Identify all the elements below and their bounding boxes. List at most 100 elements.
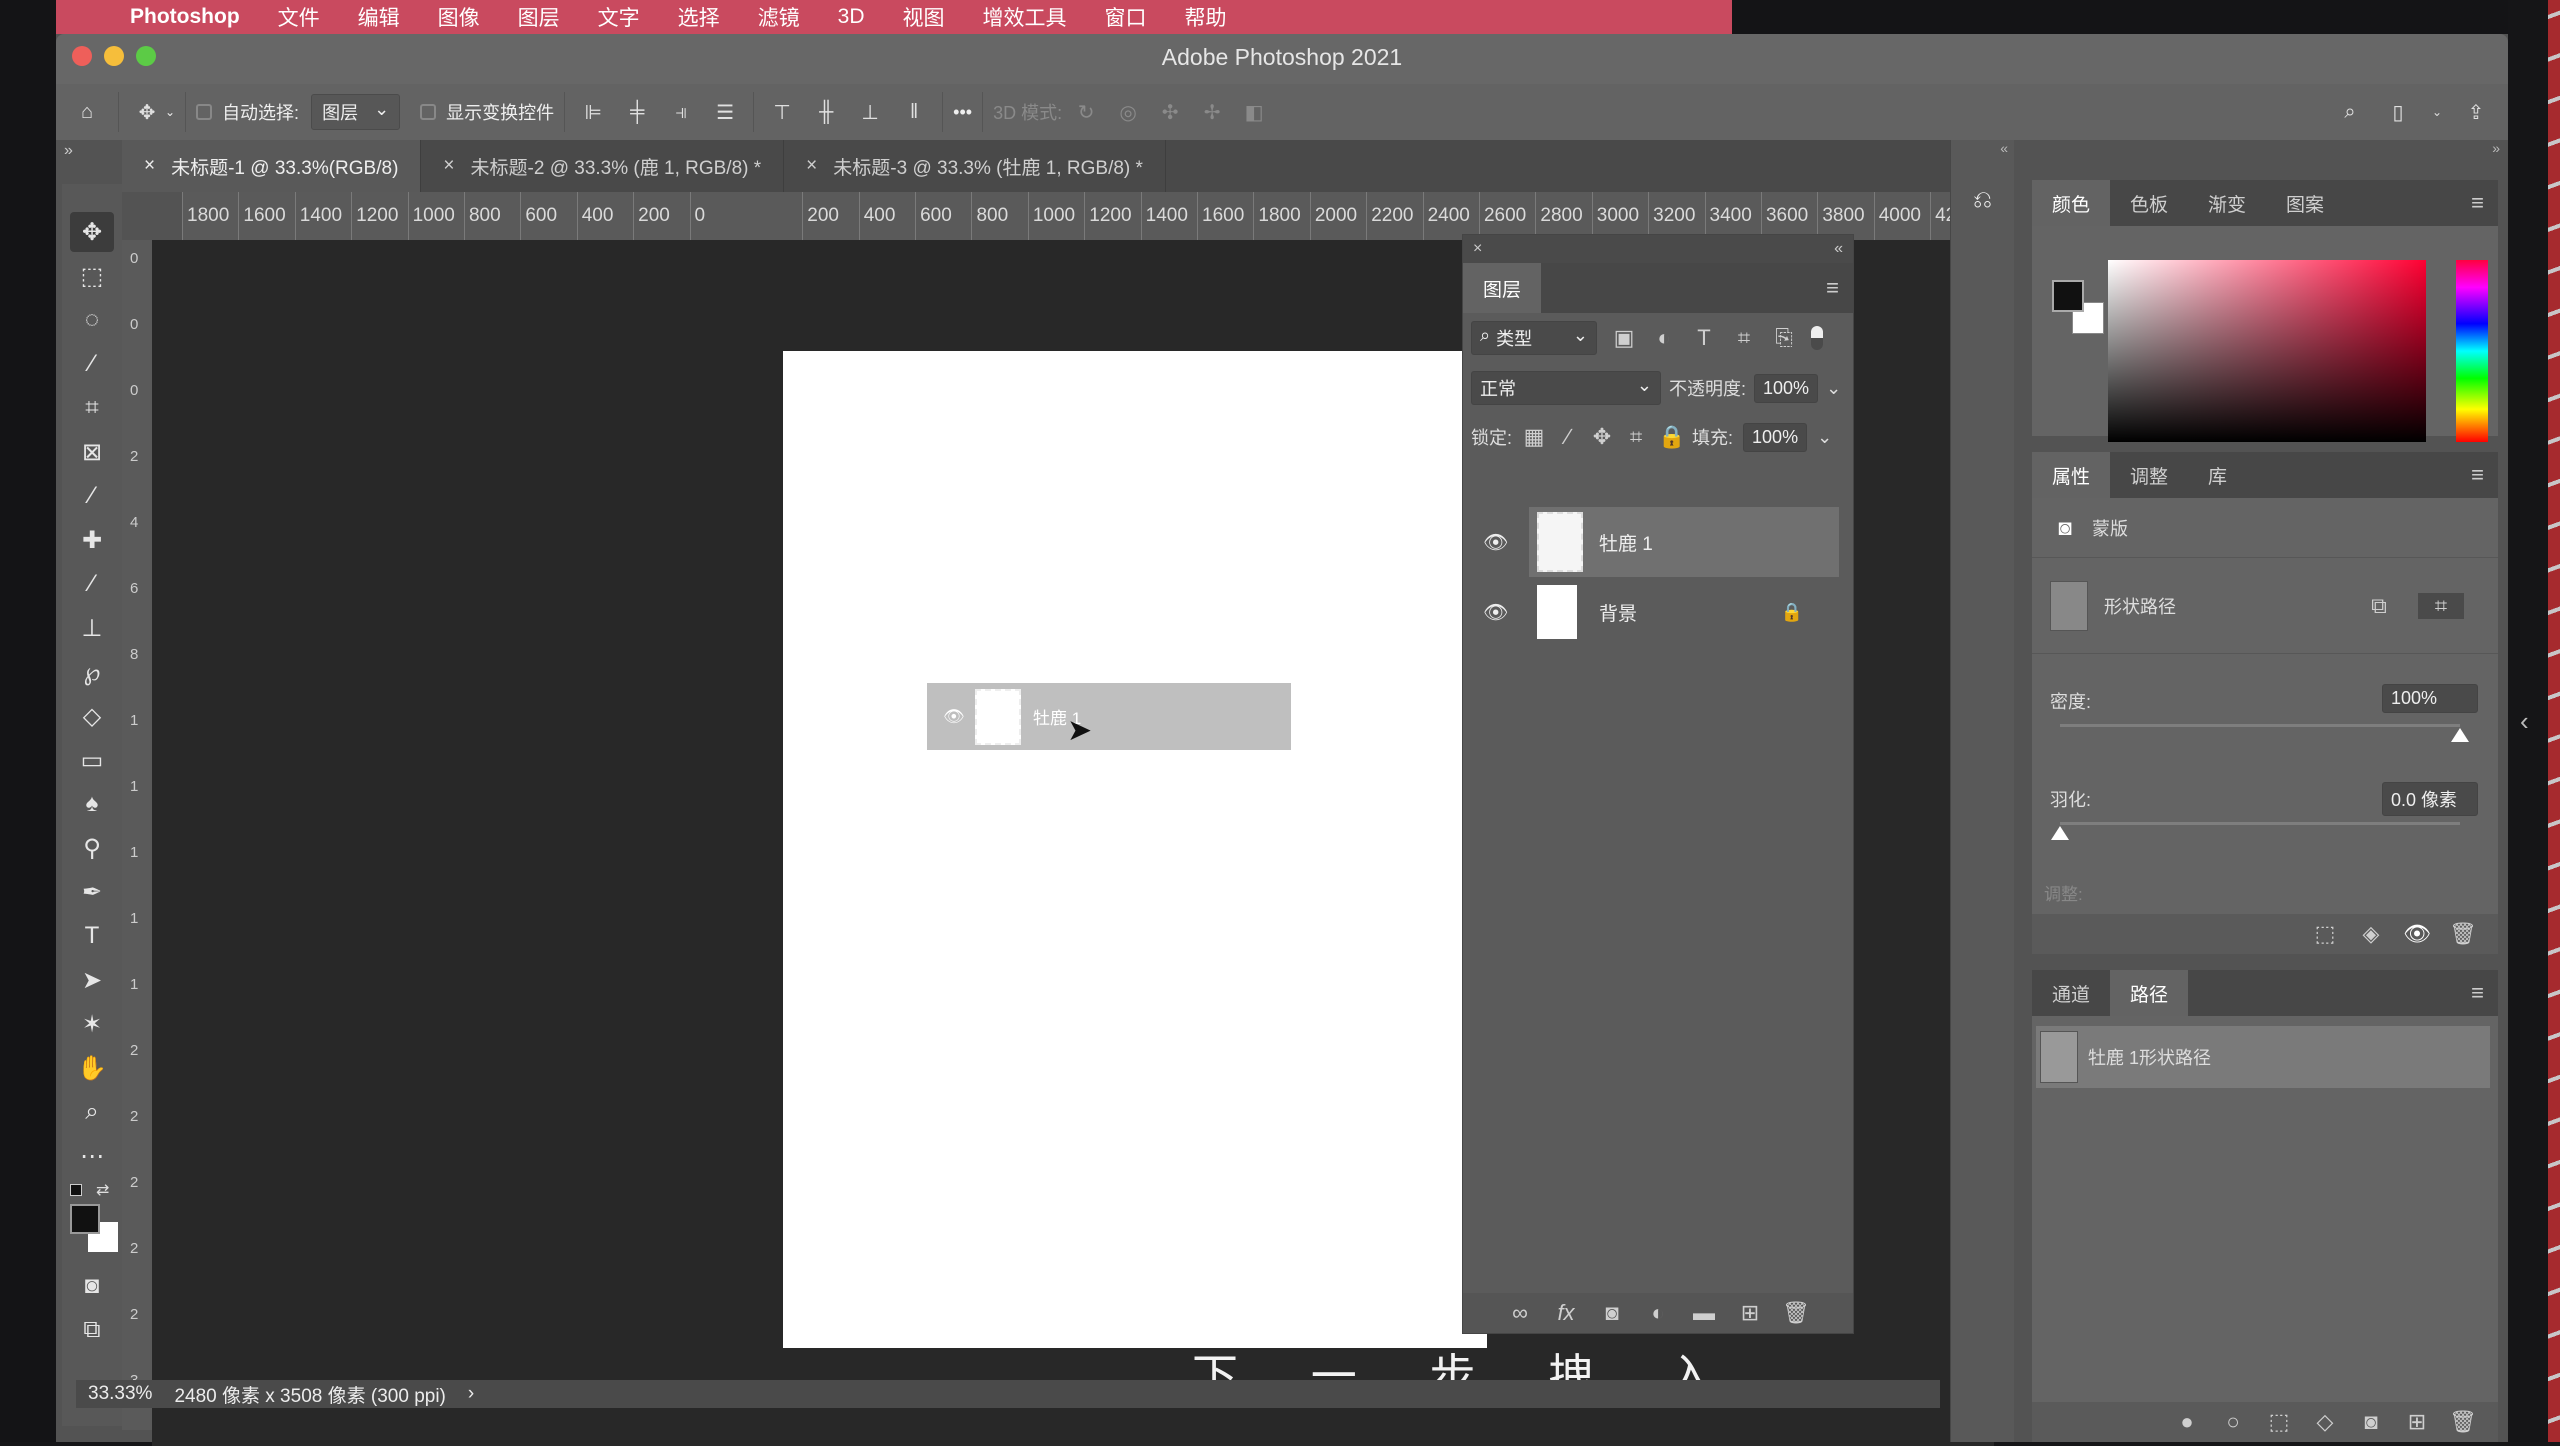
auto-select-checkbox[interactable] bbox=[196, 104, 213, 120]
expand-toolbar-icon[interactable]: » bbox=[64, 142, 73, 160]
move-tool-icon[interactable]: ✥ bbox=[129, 94, 165, 130]
tab-swatches[interactable]: 色板 bbox=[2110, 180, 2188, 226]
align-left-icon[interactable]: ⊫ bbox=[575, 94, 611, 130]
dodge-tool[interactable]: ⚲ bbox=[70, 828, 114, 868]
eye-icon[interactable]: 👁 bbox=[1483, 530, 1508, 555]
filter-shape-icon[interactable]: ⌗ bbox=[1731, 325, 1757, 351]
3d-roll-icon[interactable]: ◎ bbox=[1110, 94, 1146, 130]
zoom-level[interactable]: 33.33% bbox=[88, 1383, 152, 1405]
density-input[interactable]: 100% bbox=[2382, 684, 2478, 713]
screen-mode-icon[interactable]: ⧉ bbox=[70, 1310, 114, 1350]
swap-colors-icon[interactable]: ⇄ bbox=[96, 1180, 109, 1200]
menu-window[interactable]: 窗口 bbox=[1086, 2, 1166, 32]
frame-tool[interactable]: ⊠ bbox=[70, 432, 114, 472]
chevron-down-icon[interactable]: ⌄ bbox=[1817, 427, 1832, 448]
quick-mask-icon[interactable]: ◙ bbox=[70, 1266, 114, 1306]
delete-layer-icon[interactable]: 🗑 bbox=[1773, 1300, 1819, 1326]
menu-image[interactable]: 图像 bbox=[419, 2, 499, 32]
filter-adjustment-icon[interactable]: ◐ bbox=[1651, 325, 1677, 351]
tab-document-1[interactable]: × 未标题-1 @ 33.3%(RGB/8) bbox=[122, 140, 422, 192]
lock-position-icon[interactable]: ✥ bbox=[1590, 424, 1614, 450]
lock-all-icon[interactable]: 🔒 bbox=[1658, 424, 1685, 450]
chevron-left-icon[interactable]: ‹ bbox=[2520, 706, 2529, 737]
more-tools-icon[interactable]: ⋯ bbox=[70, 1136, 114, 1176]
selection-to-path-icon[interactable]: ◇ bbox=[2302, 1409, 2348, 1435]
menu-3d[interactable]: 3D bbox=[819, 5, 884, 29]
add-mask-icon[interactable]: ◙ bbox=[1589, 1300, 1635, 1326]
fill-path-icon[interactable]: ● bbox=[2164, 1409, 2210, 1435]
panel-menu-icon[interactable]: ≡ bbox=[2471, 452, 2484, 498]
lock-artboard-icon[interactable]: ⌗ bbox=[1624, 424, 1648, 450]
align-hcenter-icon[interactable]: ╪ bbox=[619, 94, 655, 130]
feather-input[interactable]: 0.0 像素 bbox=[2382, 782, 2478, 816]
menu-photoshop[interactable]: Photoshop bbox=[111, 5, 259, 29]
menu-layer[interactable]: 图层 bbox=[499, 2, 579, 32]
layer-filter-dropdown[interactable]: ⌕ 类型 ⌄ bbox=[1471, 321, 1597, 355]
close-icon[interactable]: × bbox=[806, 155, 817, 177]
pen-tool[interactable]: ✒ bbox=[70, 872, 114, 912]
stroke-path-icon[interactable]: ○ bbox=[2210, 1409, 2256, 1435]
tab-layers[interactable]: 图层 bbox=[1463, 263, 1542, 313]
status-menu-arrow[interactable]: › bbox=[468, 1383, 474, 1405]
3d-slide-icon[interactable]: ✢ bbox=[1194, 94, 1230, 130]
gradient-tool[interactable]: ▭ bbox=[70, 740, 114, 780]
tab-document-3[interactable]: × 未标题-3 @ 33.3% (牡鹿 1, RGB/8) * bbox=[784, 140, 1166, 192]
clone-stamp-tool[interactable]: ⊥ bbox=[70, 608, 114, 648]
link-layers-icon[interactable]: ∞ bbox=[1497, 1300, 1543, 1326]
filter-type-icon[interactable]: T bbox=[1691, 325, 1717, 351]
crop-tool[interactable]: ⌗ bbox=[70, 388, 114, 428]
filter-smart-object-icon[interactable]: ⎘ bbox=[1771, 325, 1797, 351]
type-tool[interactable]: T bbox=[70, 916, 114, 956]
history-icon[interactable]: ⎌ bbox=[1951, 186, 2014, 214]
panel-menu-icon[interactable]: ≡ bbox=[2471, 180, 2484, 226]
distribute-vertical-icon[interactable]: ‖ bbox=[896, 94, 932, 130]
collapse-icon[interactable]: « bbox=[1951, 140, 2014, 186]
delete-mask-icon[interactable]: 🗑 bbox=[2440, 921, 2486, 947]
auto-select-dropdown[interactable]: 图层 ⌄ bbox=[311, 94, 401, 130]
density-slider-thumb[interactable] bbox=[2451, 728, 2469, 742]
chevron-down-icon[interactable]: ⌄ bbox=[165, 105, 175, 119]
layer-row-background[interactable]: 👁 背景 🔒 bbox=[1483, 577, 1839, 647]
menu-filter[interactable]: 滤镜 bbox=[739, 2, 819, 32]
menu-select[interactable]: 选择 bbox=[659, 2, 739, 32]
menu-type[interactable]: 文字 bbox=[579, 2, 659, 32]
lasso-tool[interactable]: ◌ bbox=[70, 300, 114, 340]
foreground-color-swatch[interactable] bbox=[70, 1204, 100, 1234]
move-tool[interactable]: ✥ bbox=[70, 212, 114, 252]
3d-rotate-icon[interactable]: ↻ bbox=[1068, 94, 1104, 130]
layer-row-stag[interactable]: 👁 牡鹿 1 bbox=[1483, 507, 1839, 577]
hand-tool[interactable]: ✋ bbox=[70, 1048, 114, 1088]
tab-channels[interactable]: 通道 bbox=[2032, 970, 2110, 1016]
path-selection-tool[interactable]: ➤ bbox=[70, 960, 114, 1000]
close-icon[interactable]: × bbox=[144, 155, 155, 177]
close-icon[interactable]: × bbox=[443, 155, 454, 177]
menu-help[interactable]: 帮助 bbox=[1166, 2, 1246, 32]
home-icon[interactable]: ⌂ bbox=[69, 94, 105, 130]
default-colors-icon[interactable] bbox=[70, 1184, 82, 1196]
delete-path-icon[interactable]: 🗑 bbox=[2440, 1409, 2486, 1435]
tab-patterns[interactable]: 图案 bbox=[2266, 180, 2344, 226]
lock-transparent-icon[interactable]: ▦ bbox=[1522, 424, 1546, 450]
chevron-down-icon[interactable]: ⌄ bbox=[1826, 378, 1841, 399]
dragged-layer-ghost[interactable]: 👁 牡鹿 1 ➤ bbox=[927, 683, 1291, 750]
select-vector-mask-icon[interactable]: ⌗ bbox=[2418, 592, 2464, 619]
brush-tool[interactable]: ∕ bbox=[70, 564, 114, 604]
filter-toggle[interactable] bbox=[1811, 326, 1823, 350]
menu-file[interactable]: 文件 bbox=[259, 2, 339, 32]
feather-slider[interactable] bbox=[2060, 822, 2460, 825]
chevron-down-icon[interactable]: ⌄ bbox=[2428, 94, 2446, 130]
align-vcenter-icon[interactable]: ╫ bbox=[808, 94, 844, 130]
smudge-tool[interactable]: ♠ bbox=[70, 784, 114, 824]
filter-pixel-icon[interactable]: ▣ bbox=[1611, 325, 1637, 351]
new-path-icon[interactable]: ⊞ bbox=[2394, 1409, 2440, 1435]
zoom-tool[interactable]: ⌕ bbox=[70, 1092, 114, 1132]
magic-wand-tool[interactable]: ⁄ bbox=[70, 344, 114, 384]
search-icon[interactable]: ⌕ bbox=[2332, 94, 2368, 130]
tab-paths[interactable]: 路径 bbox=[2110, 970, 2189, 1016]
tab-color[interactable]: 颜色 bbox=[2032, 180, 2111, 226]
add-mask-icon[interactable]: ◙ bbox=[2348, 1409, 2394, 1435]
color-field[interactable] bbox=[2108, 260, 2426, 442]
density-slider[interactable] bbox=[2060, 724, 2460, 727]
tab-libraries[interactable]: 库 bbox=[2188, 452, 2247, 498]
show-transform-checkbox[interactable] bbox=[420, 104, 437, 120]
